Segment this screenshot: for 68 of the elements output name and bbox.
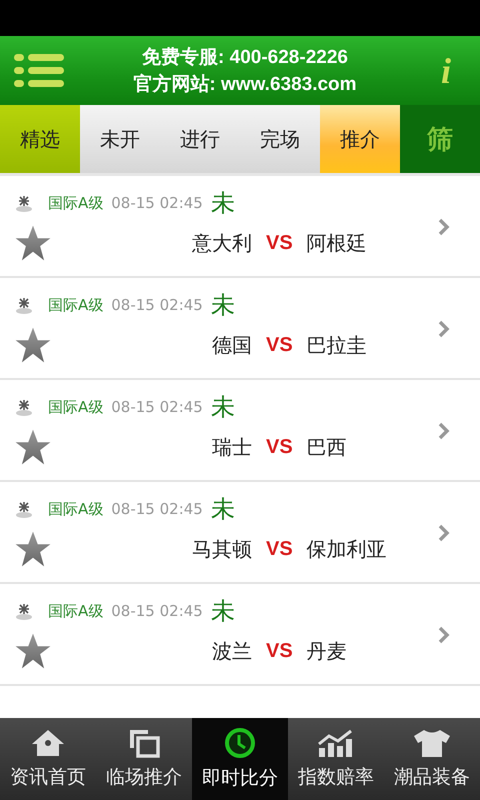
chevron-icon: [438, 320, 450, 338]
away-team: 巴西: [306, 434, 347, 460]
tab[interactable]: 未开: [80, 105, 160, 173]
match-time: 08-15 02:45: [111, 296, 203, 314]
home-icon: [30, 728, 66, 758]
ball-icon: [14, 499, 34, 519]
ball-icon: [14, 295, 34, 315]
match-status: 未: [210, 290, 235, 321]
nav-tab[interactable]: 资讯首页: [0, 718, 96, 800]
match-status: 未: [210, 494, 235, 525]
match-time: 08-15 02:45: [111, 602, 203, 620]
home-team: 瑞士: [211, 434, 252, 460]
tab[interactable]: 完场: [240, 105, 320, 173]
chevron-icon: [438, 524, 450, 542]
nav-tab[interactable]: 指数赔率: [288, 718, 384, 800]
hotline-text: 免费专服: 400-628-2226: [142, 46, 348, 70]
star-icon[interactable]: [14, 632, 52, 670]
vs-label: VS: [266, 436, 293, 458]
home-team: 马其顿: [191, 536, 252, 562]
website-text: 官方网站: www.6383.com: [133, 72, 357, 96]
match-row[interactable]: 国际A级 08-15 02:45 未 马其顿 VS 保加利亚: [0, 482, 480, 584]
nav-tab[interactable]: 临场推介: [96, 718, 192, 800]
menu-icon[interactable]: [14, 54, 64, 88]
star-icon[interactable]: [14, 530, 52, 568]
league-label: 国际A级: [48, 194, 104, 212]
ball-icon: [14, 193, 34, 213]
league-label: 国际A级: [48, 296, 104, 314]
vs-label: VS: [266, 538, 293, 560]
vs-label: VS: [266, 640, 293, 662]
ball-icon: [14, 397, 34, 417]
star-icon[interactable]: [14, 428, 52, 466]
windows-icon: [128, 728, 160, 758]
league-label: 国际A级: [48, 500, 104, 518]
match-row[interactable]: 国际A级 08-15 02:45 未 意大利 VS 阿根廷: [0, 176, 480, 278]
nav-tab[interactable]: 即时比分: [192, 718, 288, 800]
vs-label: VS: [266, 232, 293, 254]
match-time: 08-15 02:45: [111, 194, 203, 212]
match-row[interactable]: 国际A级 08-15 02:45 未 波兰 VS 丹麦: [0, 584, 480, 686]
vs-label: VS: [266, 334, 293, 356]
match-row[interactable]: 国际A级 08-15 02:45 未 瑞士 VS 巴西: [0, 380, 480, 482]
chevron-icon: [438, 422, 450, 440]
away-team: 阿根廷: [306, 230, 367, 256]
tab[interactable]: 推介: [320, 105, 400, 173]
chevron-icon: [438, 218, 450, 236]
home-team: 波兰: [211, 638, 252, 664]
chart-icon: [317, 728, 355, 758]
away-team: 丹麦: [306, 638, 347, 664]
ball-icon: [14, 601, 34, 621]
home-team: 德国: [211, 332, 252, 358]
clock-icon: [224, 727, 256, 759]
match-row[interactable]: 国际A级 08-15 02:45 未 德国 VS 巴拉圭: [0, 278, 480, 380]
away-team: 巴拉圭: [306, 332, 367, 358]
star-icon[interactable]: [14, 326, 52, 364]
home-team: 意大利: [191, 230, 252, 256]
chevron-icon: [438, 626, 450, 644]
match-time: 08-15 02:45: [111, 398, 203, 416]
match-status: 未: [210, 392, 235, 423]
shirt-icon: [412, 728, 452, 758]
league-label: 国际A级: [48, 398, 104, 416]
match-status: 未: [210, 188, 235, 219]
nav-tab[interactable]: 潮品装备: [384, 718, 480, 800]
tab[interactable]: 进行: [160, 105, 240, 173]
league-label: 国际A级: [48, 602, 104, 620]
match-time: 08-15 02:45: [111, 500, 203, 518]
match-status: 未: [210, 596, 235, 627]
star-icon[interactable]: [14, 224, 52, 262]
away-team: 保加利亚: [306, 536, 387, 562]
tab[interactable]: 精选: [0, 105, 80, 173]
